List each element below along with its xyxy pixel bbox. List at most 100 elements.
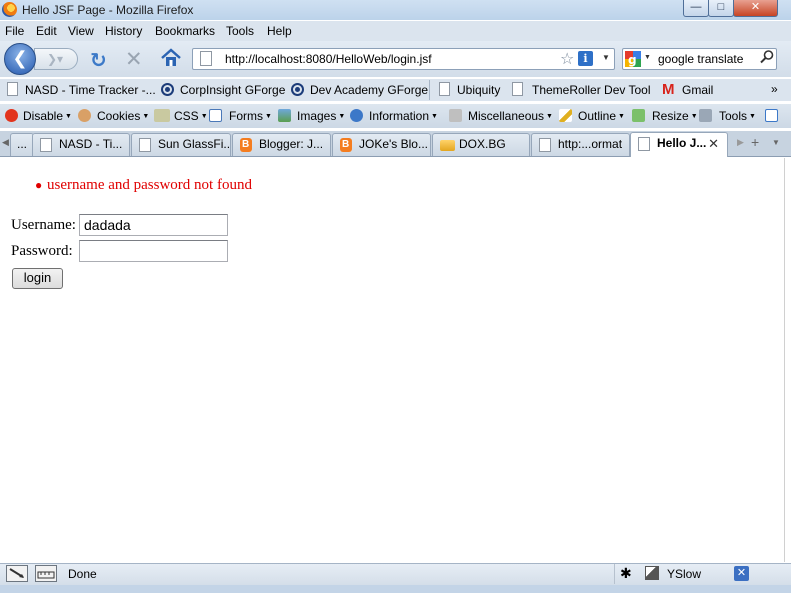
dev-resize-menu[interactable]: Resize ▼ xyxy=(652,109,698,123)
firebug-icon[interactable]: ✱ xyxy=(620,565,632,582)
menu-file[interactable]: File xyxy=(5,24,24,38)
tab-nasd[interactable]: NASD - Ti... xyxy=(32,133,130,156)
minimize-button[interactable]: — xyxy=(683,0,709,17)
tab-label: ... xyxy=(17,137,28,151)
disable-icon xyxy=(5,109,18,122)
validate-icon xyxy=(765,109,778,122)
tab-label: NASD - Ti... xyxy=(59,137,123,151)
bookmark-nasd[interactable]: NASD - Time Tracker -... xyxy=(25,83,156,97)
forward-button[interactable]: ❯▾ xyxy=(34,48,78,70)
search-icon[interactable] xyxy=(759,49,775,65)
tab-dox-bg[interactable]: DOX.BG xyxy=(432,133,530,156)
tab-scroll-left-icon[interactable]: ◀ xyxy=(2,137,9,148)
password-field[interactable] xyxy=(79,240,228,262)
tab-label: Hello J... xyxy=(657,136,707,150)
bookmark-star-icon[interactable]: ☆ xyxy=(560,49,574,69)
close-window-button[interactable]: ✕ xyxy=(733,0,778,17)
back-button[interactable]: ❮ xyxy=(4,43,36,75)
maximize-button[interactable]: □ xyxy=(708,0,734,17)
search-input[interactable]: google translate xyxy=(658,52,743,66)
title-bar: Hello JSF Page - Mozilla Firefox xyxy=(0,0,791,20)
reload-icon[interactable]: ↻ xyxy=(90,48,107,73)
tab-jokes-blog[interactable]: JOKe's Blo... xyxy=(332,133,431,156)
search-engine-dropdown-icon[interactable]: ▼ xyxy=(644,54,651,61)
window-bottom-border xyxy=(0,585,791,593)
ruler-icon[interactable] xyxy=(35,565,57,582)
tab-label: http:...ormat xyxy=(558,137,623,151)
stop-icon[interactable]: ✕ xyxy=(125,47,143,72)
tab-label: DOX.BG xyxy=(459,137,506,151)
dev-tools-menu[interactable]: Tools ▼ xyxy=(719,109,756,123)
page-icon xyxy=(638,137,650,151)
home-icon[interactable] xyxy=(160,47,182,69)
folder-icon xyxy=(440,140,455,151)
dev-images-menu[interactable]: Images ▼ xyxy=(297,109,345,123)
dev-forms-menu[interactable]: Forms ▼ xyxy=(229,109,272,123)
url-dropdown-icon[interactable]: ▼ xyxy=(602,53,610,62)
gforge-icon xyxy=(291,83,304,96)
status-text: Done xyxy=(68,567,97,581)
status-separator xyxy=(614,564,615,584)
dev-disable-menu[interactable]: Disable ▼ xyxy=(23,109,72,123)
bookmarks-overflow-icon[interactable]: » xyxy=(771,82,778,96)
url-text[interactable]: http://localhost:8080/HelloWeb/login.jsf xyxy=(225,52,432,66)
page-icon xyxy=(7,82,18,96)
bookmark-corpinsight[interactable]: CorpInsight GForge xyxy=(180,83,285,97)
error-message: username and password not found xyxy=(47,177,252,193)
menu-bookmarks[interactable]: Bookmarks xyxy=(155,24,215,38)
login-button[interactable]: login xyxy=(12,268,63,289)
google-icon[interactable]: g xyxy=(625,51,641,67)
bookmark-themeroller[interactable]: ThemeRoller Dev Tool xyxy=(532,83,651,97)
menu-tools[interactable]: Tools xyxy=(226,24,254,38)
menu-view[interactable]: View xyxy=(68,24,94,38)
dev-information-menu[interactable]: Information ▼ xyxy=(369,109,438,123)
tab-blogger[interactable]: Blogger: J... xyxy=(232,133,331,156)
tab-scroll-right-icon[interactable]: ▶ xyxy=(737,137,744,148)
bookmark-ubiquity[interactable]: Ubiquity xyxy=(457,83,500,97)
tab-close-icon[interactable]: ✕ xyxy=(708,133,719,154)
svg-text:g: g xyxy=(628,53,637,67)
tab-label: JOKe's Blo... xyxy=(359,137,428,151)
page-icon xyxy=(539,138,551,152)
blogger-icon xyxy=(240,134,252,155)
tools-wrench-icon xyxy=(699,109,712,122)
blogger-icon xyxy=(340,134,352,155)
tab-http-format[interactable]: http:...ormat xyxy=(531,133,630,156)
dev-toolbar-toggle-icon[interactable] xyxy=(6,565,28,582)
new-tab-icon[interactable]: + xyxy=(751,134,759,150)
information-icon xyxy=(350,109,363,122)
menu-history[interactable]: History xyxy=(105,24,142,38)
gmail-icon: M xyxy=(662,81,675,98)
menu-edit[interactable]: Edit xyxy=(36,24,57,38)
username-field[interactable] xyxy=(79,214,228,236)
firefox-logo-icon xyxy=(2,2,17,17)
outline-pencil-icon xyxy=(559,109,572,122)
tab-list-icon[interactable]: ▼ xyxy=(772,138,780,147)
tab-partial[interactable]: ... xyxy=(10,133,34,156)
menu-help[interactable]: Help xyxy=(267,24,292,38)
yslow-icon[interactable] xyxy=(645,566,659,580)
tab-label: Blogger: J... xyxy=(259,137,324,151)
tab-sun-glassfish[interactable]: Sun GlassFi... xyxy=(131,133,231,156)
site-info-icon[interactable]: i xyxy=(578,51,593,66)
page-icon xyxy=(200,51,212,66)
addon-icon[interactable]: ✕ xyxy=(734,566,749,581)
page-icon xyxy=(439,82,450,96)
bookmark-separator xyxy=(429,80,430,100)
tab-hello-jsf[interactable]: Hello J... ✕ xyxy=(630,132,728,157)
images-icon xyxy=(278,109,291,122)
forms-icon xyxy=(209,109,222,122)
dev-css-menu[interactable]: CSS ▼ xyxy=(174,109,208,123)
css-icon xyxy=(154,109,170,122)
bookmark-dev-academy[interactable]: Dev Academy GForge xyxy=(310,83,428,97)
miscellaneous-icon xyxy=(449,109,462,122)
username-label: Username: xyxy=(11,217,76,233)
page-icon xyxy=(40,138,52,152)
dev-miscellaneous-menu[interactable]: Miscellaneous ▼ xyxy=(468,109,553,123)
window-title: Hello JSF Page - Mozilla Firefox xyxy=(22,3,194,17)
menu-bar: File Edit View History Bookmarks Tools H… xyxy=(0,21,791,41)
bookmark-gmail[interactable]: Gmail xyxy=(682,83,713,97)
dev-cookies-menu[interactable]: Cookies ▼ xyxy=(97,109,149,123)
dev-outline-menu[interactable]: Outline ▼ xyxy=(578,109,625,123)
yslow-label[interactable]: YSlow xyxy=(667,567,701,581)
